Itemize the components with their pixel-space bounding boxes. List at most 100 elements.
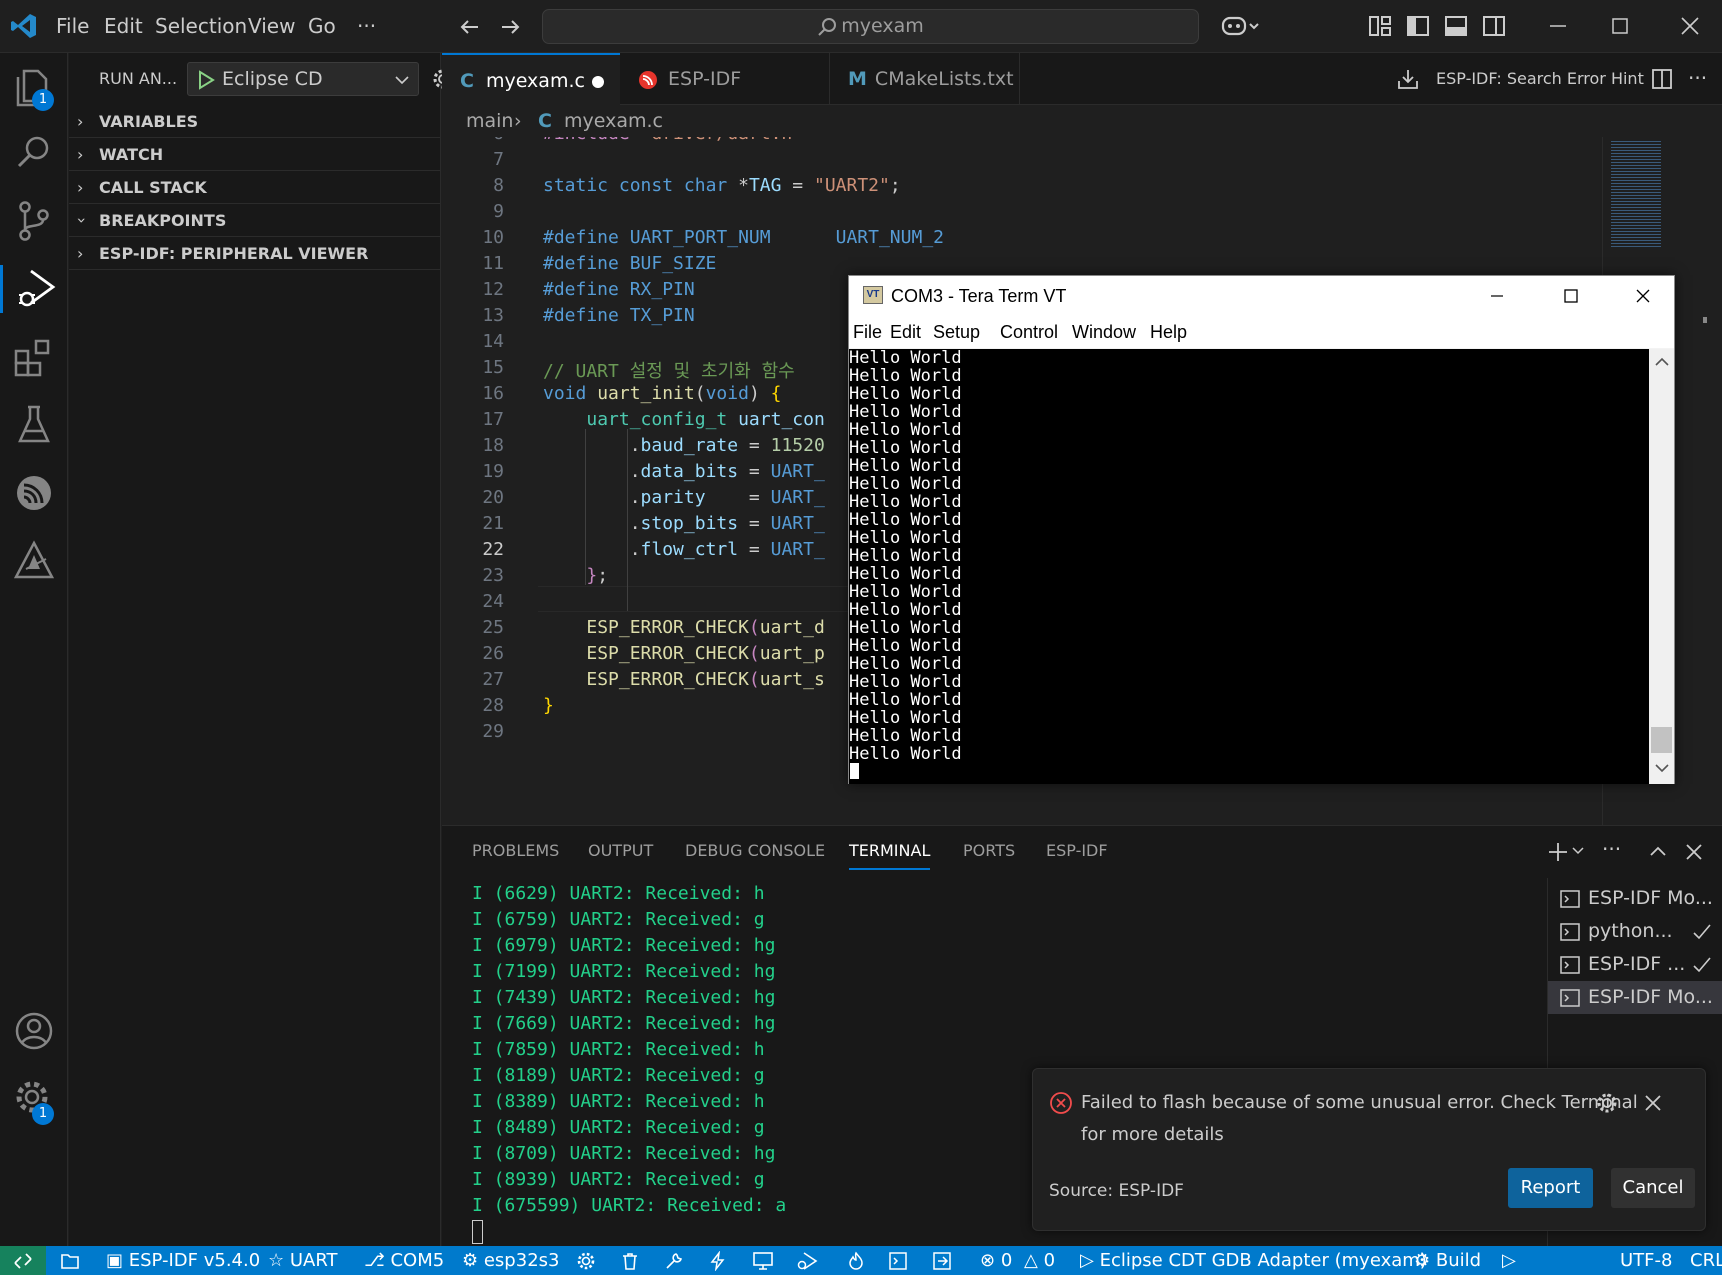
testing-button[interactable] [10, 401, 58, 449]
close-icon[interactable] [1678, 14, 1702, 38]
report-button[interactable]: Report [1508, 1168, 1593, 1208]
tt-menu-control[interactable]: Control [1000, 316, 1058, 348]
back-arrow-icon[interactable] [458, 15, 482, 39]
tt-menu-window[interactable]: Window [1072, 316, 1136, 348]
section-breakpoints[interactable]: › BREAKPOINTS [69, 204, 441, 237]
menu-selection[interactable]: Selection [155, 0, 247, 53]
tab-esp-idf-welcome[interactable]: ESP-IDF Welcome [620, 53, 830, 142]
trash-icon[interactable] [620, 1251, 640, 1271]
remote-indicator[interactable] [0, 1246, 46, 1275]
code-line: ESP_ERROR_CHECK(uart_s [586, 669, 825, 690]
unsaved-dot-icon[interactable] [592, 76, 604, 88]
forward-arrow-icon[interactable] [498, 15, 522, 39]
minimize-icon[interactable] [1489, 288, 1505, 304]
tt-menu-file[interactable]: File [853, 316, 882, 348]
minimize-icon[interactable] [1546, 14, 1570, 38]
tab-cmakelists[interactable]: M CMakeLists.txt [830, 53, 1020, 105]
close-panel-icon[interactable] [1684, 842, 1704, 862]
tab-myexam-c[interactable]: Cmyexam.c [442, 53, 620, 105]
toggle-secondary-sidebar-icon[interactable] [1482, 14, 1506, 38]
tt-menu-setup[interactable]: Setup [933, 316, 980, 348]
run-item[interactable]: ▷ [1502, 1246, 1516, 1275]
problems-item[interactable]: ⊗ 0 △ 0 [980, 1246, 1055, 1275]
start-debug-icon[interactable] [196, 70, 216, 90]
run-debug-button[interactable] [0, 265, 68, 313]
section-peripheral-viewer[interactable]: › ESP-IDF: PERIPHERAL VIEWER [69, 237, 441, 270]
flash-lightning-icon[interactable] [708, 1251, 728, 1271]
teraterm-screen[interactable]: Hello World Hello World Hello World Hello W… [849, 349, 1649, 784]
menu-edit[interactable]: Edit [104, 0, 143, 53]
menu-view[interactable]: View [248, 0, 295, 53]
eol-item[interactable]: CRL [1690, 1246, 1722, 1275]
tt-menu-help[interactable]: Help [1150, 316, 1187, 348]
teraterm-scrollbar[interactable] [1649, 349, 1674, 784]
scrollbar-thumb[interactable] [1651, 727, 1672, 753]
extensions-button[interactable] [10, 333, 58, 381]
chevron-down-icon[interactable] [1572, 846, 1584, 856]
project-folder-icon[interactable] [60, 1251, 80, 1271]
breadcrumb-file[interactable]: myexam.c [564, 105, 663, 137]
terminal-icon[interactable] [888, 1251, 908, 1271]
copilot-icon[interactable] [1220, 12, 1260, 40]
panel-tab-debug-console[interactable]: DEBUG CONSOLE [685, 826, 825, 876]
maximize-panel-chevron-up-icon[interactable] [1648, 842, 1668, 862]
build-item[interactable]: ⚙ Build [1414, 1246, 1481, 1275]
maximize-icon[interactable] [1563, 288, 1579, 304]
section-call-stack[interactable]: › CALL STACK [69, 171, 441, 204]
esp-idf-explorer-button[interactable] [10, 469, 58, 517]
run-task-icon[interactable] [932, 1251, 952, 1271]
flash-method-item[interactable]: ☆ UART [268, 1246, 338, 1275]
menu-file[interactable]: File [56, 0, 89, 53]
close-icon[interactable] [1635, 288, 1651, 304]
wrench-icon[interactable] [664, 1251, 684, 1271]
panel-tab-esp-idf[interactable]: ESP-IDF [1046, 826, 1108, 876]
terminal-item-1[interactable]: ESP-IDF Mo... [1548, 882, 1722, 915]
panel-more-button[interactable]: ··· [1602, 826, 1621, 872]
source-control-button[interactable] [10, 197, 58, 245]
terminal-item-3[interactable]: ESP-IDF ... [1548, 948, 1722, 981]
debug-config-item[interactable]: ▷ Eclipse CDT GDB Adapter (myexam) [1080, 1246, 1427, 1275]
cancel-button[interactable]: Cancel [1611, 1168, 1695, 1208]
new-terminal-plus-icon[interactable] [1546, 840, 1570, 864]
panel-tab-problems[interactable]: PROBLEMS [472, 826, 559, 876]
panel-tab-terminal[interactable]: TERMINAL [849, 826, 931, 870]
idf-version-item[interactable]: ▣ ESP-IDF v5.4.0 [106, 1246, 260, 1275]
search-error-hint-icon[interactable] [1396, 67, 1420, 91]
panel-tab-output[interactable]: OUTPUT [588, 826, 653, 876]
terminal-item-2[interactable]: python... [1548, 915, 1722, 948]
command-center-search[interactable]: myexam [542, 9, 1199, 44]
notification-close-icon[interactable] [1643, 1093, 1663, 1113]
fire-build-flash-monitor-icon[interactable] [846, 1251, 866, 1271]
tt-menu-edit[interactable]: Edit [890, 316, 921, 348]
debug-icon[interactable] [796, 1251, 818, 1271]
encoding-item[interactable]: UTF-8 [1620, 1246, 1672, 1275]
customize-layout-icon[interactable] [1368, 14, 1392, 38]
debug-config-select[interactable]: Eclipse CD [187, 62, 419, 96]
search-view-button[interactable] [10, 129, 58, 177]
remote-explorer-button[interactable] [10, 537, 58, 585]
target-item[interactable]: ⚙ esp32s3 [462, 1246, 559, 1275]
search-error-hint-button[interactable]: ESP-IDF: Search Error Hint [1436, 53, 1644, 105]
scroll-up-arrow-icon[interactable] [1655, 357, 1669, 367]
toggle-sidebar-icon[interactable] [1406, 14, 1430, 38]
editor-more-button[interactable]: ··· [1688, 53, 1707, 103]
menu-more[interactable]: ··· [357, 0, 376, 53]
notification-settings-gear-icon[interactable] [1595, 1091, 1619, 1115]
menu-go[interactable]: Go [308, 0, 336, 53]
manage-button[interactable]: 1 [10, 1075, 58, 1125]
monitor-icon[interactable] [752, 1251, 774, 1271]
split-editor-icon[interactable] [1650, 67, 1674, 91]
teraterm-title-bar[interactable]: VT COM3 - Tera Term VT [849, 276, 1674, 316]
port-item[interactable]: ⎇ COM5 [364, 1246, 444, 1275]
maximize-icon[interactable] [1608, 14, 1632, 38]
section-watch[interactable]: › WATCH [69, 138, 441, 171]
terminal-item-4-active[interactable]: ESP-IDF Mo... [1548, 981, 1722, 1014]
accounts-button[interactable] [10, 1007, 58, 1055]
scroll-down-arrow-icon[interactable] [1655, 763, 1669, 773]
explorer-button[interactable]: 1 [10, 61, 58, 111]
sdkconfig-gear-icon[interactable] [576, 1251, 596, 1271]
breadcrumb-folder[interactable]: main [466, 105, 513, 137]
toggle-panel-icon[interactable] [1444, 14, 1468, 38]
section-variables[interactable]: › VARIABLES [69, 105, 441, 138]
panel-tab-ports[interactable]: PORTS [963, 826, 1015, 876]
